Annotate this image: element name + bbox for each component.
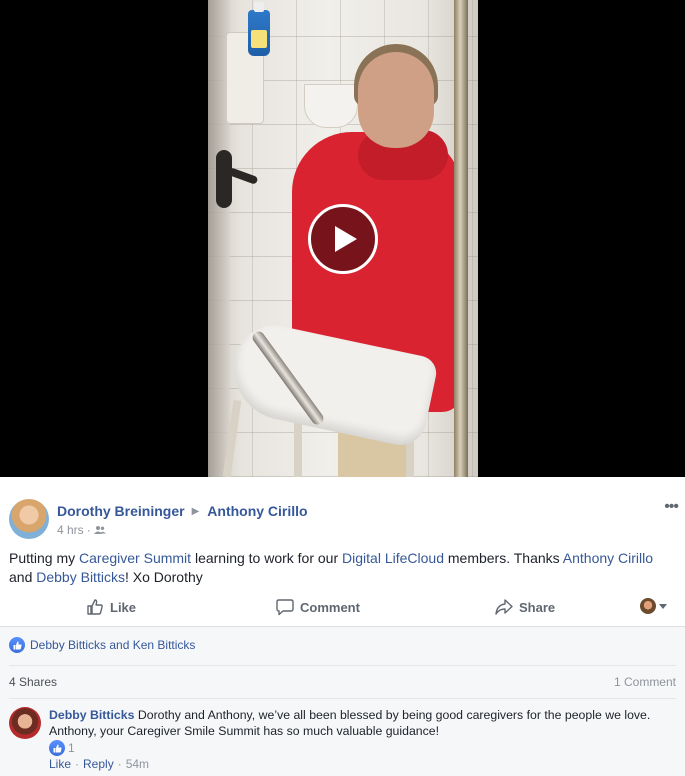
like-reaction-icon — [9, 637, 25, 653]
commenter-avatar[interactable] — [9, 707, 41, 739]
share-label: Share — [519, 599, 556, 615]
comment-label: Comment — [300, 599, 360, 615]
viewer-avatar — [640, 598, 656, 614]
post-text-segment: members. Thanks — [443, 550, 563, 566]
reactors-names[interactable]: Debby Bitticks and Ken Bitticks — [30, 638, 195, 652]
video-player[interactable] — [0, 0, 685, 477]
friends-audience-icon[interactable] — [93, 525, 106, 535]
target-name-link[interactable]: Anthony Cirillo — [207, 503, 307, 519]
shares-count[interactable]: 4 Shares — [9, 675, 57, 689]
corner-shelf — [304, 84, 358, 128]
person-head — [358, 52, 434, 148]
triangle-right-icon: ▶ — [191, 505, 200, 517]
commenter-name-link[interactable]: Debby Bitticks — [49, 708, 134, 722]
chevron-down-icon — [659, 603, 667, 609]
play-button[interactable] — [308, 204, 378, 274]
digital-lifecloud-link[interactable]: Digital LifeCloud — [342, 550, 444, 566]
comment-like-count: 1 — [68, 741, 75, 755]
like-label: Like — [110, 599, 137, 615]
play-icon — [334, 226, 357, 252]
like-icon — [87, 599, 103, 615]
post-meta: 4 hrs · — [57, 523, 106, 537]
caregiver-summit-link[interactable]: Caregiver Summit — [79, 550, 191, 566]
comment-body: Debby Bitticks Dorothy and Anthony, we’v… — [49, 707, 669, 739]
post-text-segment: learning to work for our — [191, 550, 343, 566]
more-options-icon[interactable]: ••• — [664, 498, 679, 516]
meta-separator: · — [86, 523, 91, 537]
share-icon — [495, 599, 513, 615]
divider — [9, 698, 676, 699]
comment-reactions[interactable]: 1 — [49, 740, 75, 756]
divider — [9, 665, 676, 666]
comments-count[interactable]: 1 Comment — [614, 675, 676, 689]
comment-time[interactable]: 54m — [126, 757, 149, 771]
post-text-segment: ! Xo Dorothy — [124, 569, 203, 585]
reactions-summary[interactable]: Debby Bitticks and Ken Bitticks — [9, 637, 195, 653]
comment-button[interactable]: Comment — [276, 592, 360, 622]
comment-text: Dorothy and Anthony, we’ve all been bles… — [49, 708, 651, 738]
share-button[interactable]: Share — [495, 592, 555, 622]
post-text-segment: Putting my — [9, 550, 80, 566]
shower-door-frame — [454, 0, 468, 477]
anthony-cirillo-mention[interactable]: Anthony Cirillo — [563, 550, 653, 566]
separator-dot: · — [117, 757, 122, 771]
post-title: Dorothy Breininger ▶ Anthony Cirillo — [57, 503, 308, 519]
author-avatar[interactable] — [9, 499, 49, 539]
shampoo-bottle — [248, 2, 270, 56]
comment-actions: Like · Reply · 54m — [49, 757, 149, 771]
post-time[interactable]: 4 hrs — [57, 523, 84, 537]
shower-faucet — [216, 150, 262, 208]
like-button[interactable]: Like — [86, 592, 136, 622]
post-message: Putting my Caregiver Summit learning to … — [9, 549, 669, 587]
comment-reply-link[interactable]: Reply — [83, 757, 114, 771]
debby-bitticks-mention[interactable]: Debby Bitticks — [36, 569, 125, 585]
post-action-bar: Like Comment Share — [0, 592, 685, 622]
separator-dot: · — [75, 757, 80, 771]
comment-like-link[interactable]: Like — [49, 757, 71, 771]
author-name-link[interactable]: Dorothy Breininger — [57, 503, 185, 519]
post-text-segment: and — [9, 569, 37, 585]
comment-icon — [276, 599, 294, 616]
like-reaction-icon — [49, 740, 65, 756]
post-as-selector[interactable] — [640, 598, 667, 614]
